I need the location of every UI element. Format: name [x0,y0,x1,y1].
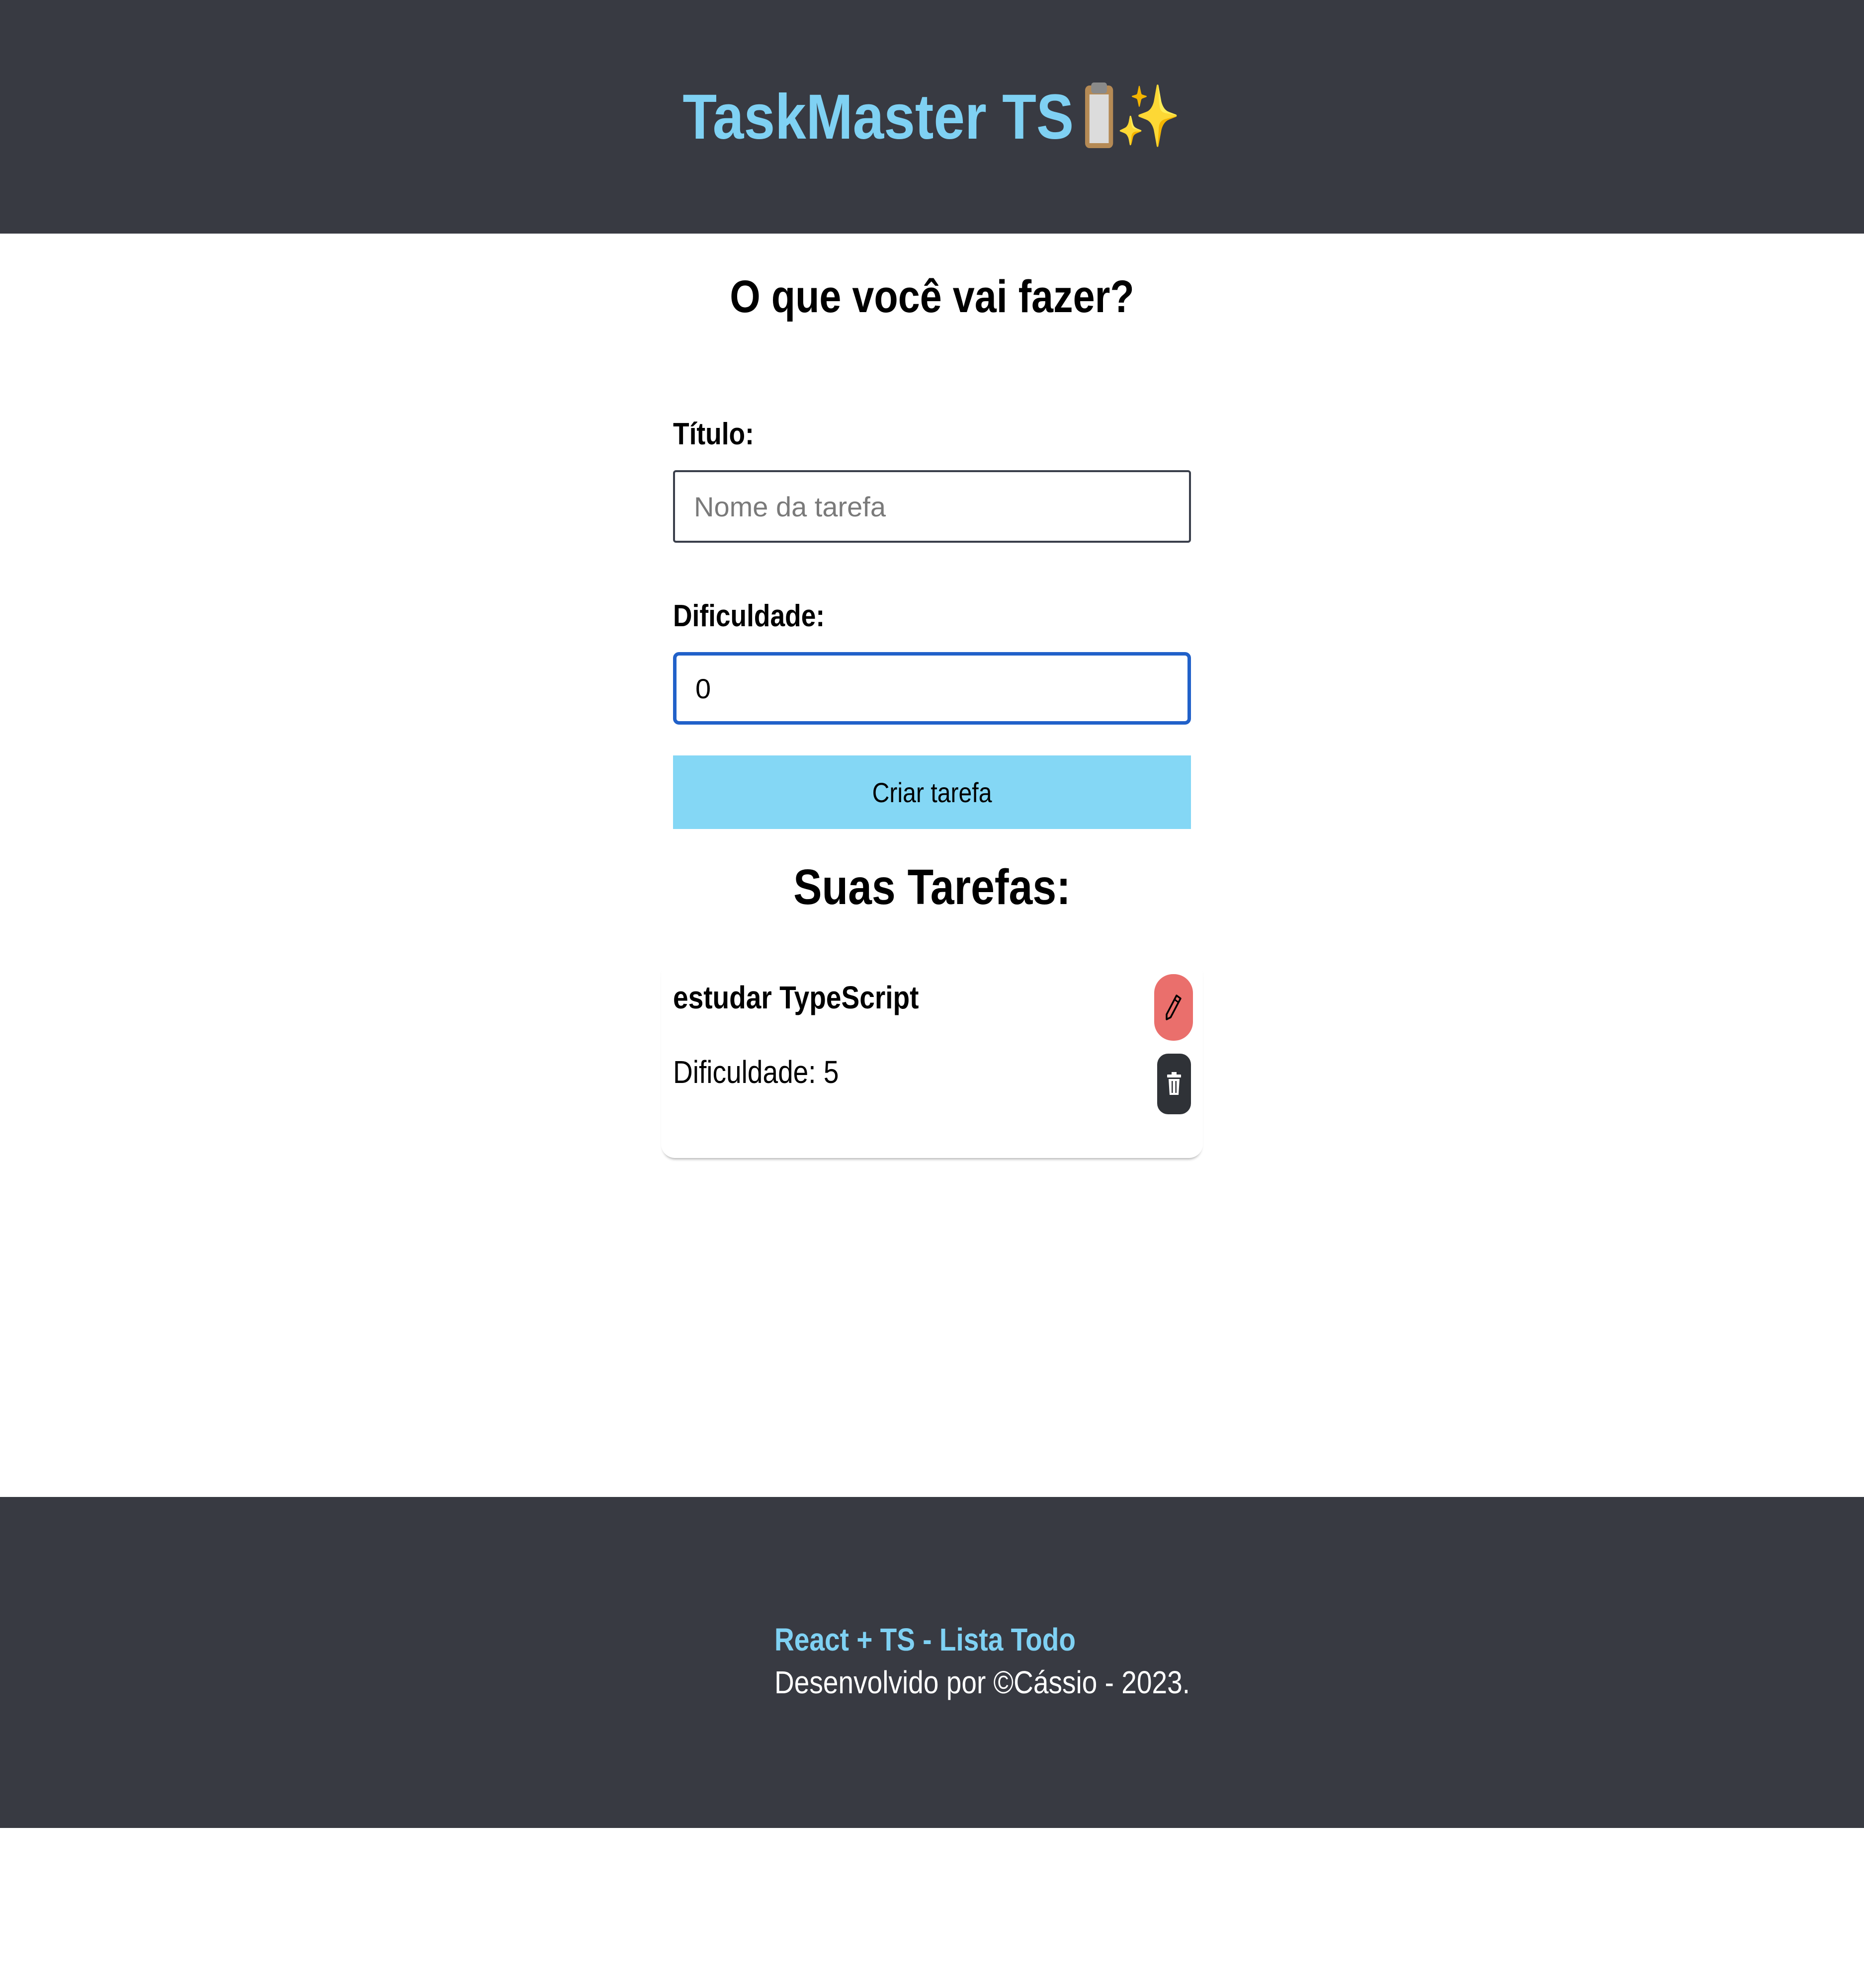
delete-task-button[interactable] [1157,1054,1191,1114]
app-footer: React + TS - Lista Todo Desenvolvido por… [0,1497,1864,1828]
app-title: TaskMaster TS ✨ [683,81,1182,154]
create-task-button-label: Criar tarefa [872,776,992,808]
task-difficulty: Dificuldade: 5 [673,1054,839,1090]
sparkles-icon: ✨ [1115,82,1182,151]
title-emoji: ✨ [1085,82,1182,151]
title-label: Título: [673,417,754,451]
task-title: estudar TypeScript [673,980,919,1015]
tasks-heading: Suas Tarefas: [793,859,1071,915]
trash-icon [1167,1072,1181,1095]
clipboard-icon [1085,83,1113,148]
create-task-button[interactable]: Criar tarefa [673,755,1191,829]
app-title-text: TaskMaster TS [682,81,1074,153]
difficulty-input[interactable] [673,652,1191,725]
footer-credit: Desenvolvido por ©Cássio - 2023. [774,1664,1190,1700]
difficulty-label: Dificuldade: [673,599,825,633]
footer-title: React + TS - Lista Todo [774,1622,1076,1657]
task-item: estudar TypeScript Dificuldade: 5 [661,959,1203,1158]
title-input[interactable] [673,470,1191,543]
pencil-icon [1166,994,1182,1020]
app-header: TaskMaster TS ✨ [0,0,1864,234]
edit-task-button[interactable] [1154,974,1193,1041]
form-heading: O que você vai fazer? [730,271,1134,322]
